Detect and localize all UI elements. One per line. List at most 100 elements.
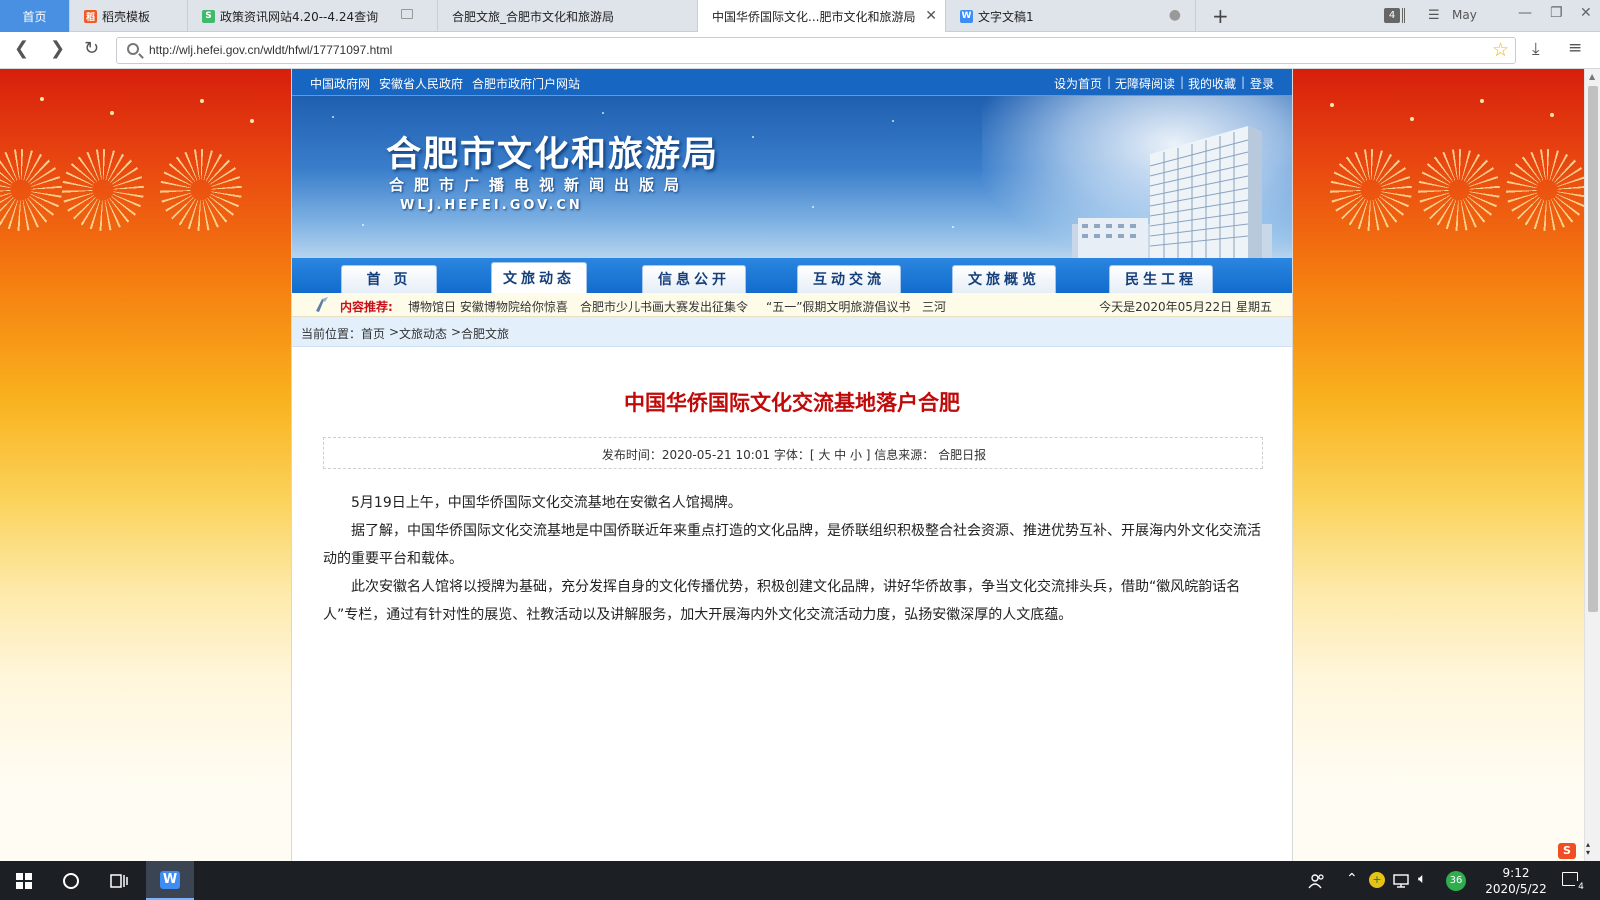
sparkle-decoration [1330, 103, 1334, 107]
article-paragraph: 据了解，中国华侨国际文化交流基地是中国侨联近年来重点打造的文化品牌，是侨联组织积… [323, 523, 1261, 567]
scroll-up-arrow-icon[interactable]: ▲ [1589, 72, 1595, 81]
site-domain: WLJ.HEFEI.GOV.CN [400, 198, 583, 213]
windows-start-icon[interactable] [16, 873, 32, 889]
article-body: 5月19日上午，中国华侨国际文化交流基地在安徽名人馆揭牌。 据了解，中国华侨国际… [323, 489, 1263, 629]
search-circle-icon[interactable] [62, 872, 80, 890]
tab-home[interactable]: 首页 [0, 0, 70, 32]
badge-360-icon[interactable]: 36 [1446, 871, 1466, 891]
forward-arrow-icon[interactable]: ❯ [50, 40, 65, 58]
back-arrow-icon[interactable]: ❮ [14, 40, 29, 58]
nav-livelihood[interactable]: 民生工程 [1109, 265, 1213, 293]
list-icon[interactable]: ☰ [1428, 8, 1440, 23]
writer-icon: W [960, 9, 973, 23]
link-favorites[interactable]: 我的收藏 [1188, 75, 1236, 92]
site-banner: 合肥市文化和旅游局 合肥市广播电视新闻出版局 WLJ.HEFEI.GOV.CN [292, 96, 1292, 258]
network-icon[interactable] [1392, 873, 1410, 889]
firework-decoration [160, 149, 242, 231]
taskbar-clock[interactable]: 9:12 2020/5/22 [1482, 865, 1550, 897]
recommend-link[interactable]: 三河 [922, 298, 946, 315]
link-login[interactable]: 登录 [1250, 75, 1274, 92]
breadcrumb-separator: > [389, 325, 400, 339]
nav-culture-news[interactable]: 文旅动态 [491, 262, 587, 293]
people-icon[interactable] [1308, 872, 1326, 890]
nav-overview[interactable]: 文旅概览 [952, 265, 1056, 293]
sparkle-decoration [1550, 113, 1554, 117]
link-set-homepage[interactable]: 设为首页 [1054, 75, 1102, 92]
taskbar-wps-app[interactable]: W [146, 861, 194, 900]
star-decoration [812, 206, 814, 208]
tab-count-badge[interactable]: 4 [1384, 8, 1400, 23]
tab-label: 稻壳模板 [102, 9, 151, 24]
reload-icon[interactable]: ↻ [84, 40, 99, 58]
tab-label: 合肥文旅_合肥市文化和旅游局 [452, 9, 615, 24]
browser-tab-bar: 首页 稻 稻壳模板 S 政策资讯网站4.20--4.24查询 合肥文旅_合肥市文… [0, 0, 1600, 33]
close-window-icon[interactable]: ✕ [1580, 5, 1592, 21]
download-icon[interactable]: ⤓ [1532, 39, 1540, 59]
article-meta-box: 发布时间：2020-05-21 10:01 字体：[ 大 中 小 ] 信息来源：… [323, 437, 1263, 469]
article-title: 中国华侨国际文化交流基地落户合肥 [624, 390, 960, 415]
wps-icon: W [160, 871, 180, 889]
tab-policy-sheet[interactable]: S 政策资讯网站4.20--4.24查询 [188, 0, 438, 32]
tab-daoke-templates[interactable]: 稻 稻壳模板 [70, 0, 188, 32]
sparkle-decoration [250, 119, 254, 123]
separator: | [1241, 75, 1246, 89]
link-china-gov[interactable]: 中国政府网 [310, 75, 370, 92]
recommend-link[interactable]: 合肥市少儿书画大赛发出征集令 [580, 298, 748, 315]
star-decoration [602, 112, 604, 114]
today-date: 今天是2020年05月22日 星期五 [1099, 300, 1272, 314]
task-view-icon[interactable] [110, 873, 128, 889]
url-text[interactable]: http://wlj.hefei.gov.cn/wldt/hfwl/177710… [149, 43, 392, 57]
tab-article-active[interactable]: 中国华侨国际文化...肥市文化和旅游局 ✕ [698, 0, 946, 33]
notification-count: 4 [1575, 881, 1587, 893]
volume-icon[interactable]: 🔈︎ [1418, 871, 1426, 887]
recommend-link[interactable]: 博物馆日 安徽博物院给你惊喜 [408, 298, 568, 315]
article-paragraph: 5月19日上午，中国华侨国际文化交流基地在安徽名人馆揭牌。 [351, 495, 742, 511]
sogou-input-icon[interactable]: S [1558, 843, 1576, 859]
page-scrollbar[interactable]: ▲ [1584, 69, 1600, 861]
star-decoration [892, 120, 894, 122]
tab-text-doc[interactable]: W 文字文稿1 ● [946, 0, 1196, 32]
nav-interaction[interactable]: 互动交流 [797, 265, 901, 293]
star-decoration [952, 226, 954, 228]
sparkle-decoration [110, 111, 114, 115]
main-nav: 首 页 文旅动态 信息公开 互动交流 文旅概览 民生工程 [292, 258, 1292, 293]
tab-hefei-culture[interactable]: 合肥文旅_合肥市文化和旅游局 [438, 0, 698, 32]
security-app-icon[interactable]: + [1369, 872, 1385, 888]
scrollbar-thumb[interactable] [1588, 86, 1598, 612]
url-input[interactable]: http://wlj.hefei.gov.cn/wldt/hfwl/177710… [116, 37, 1516, 64]
chevron-up-icon[interactable]: ⌃ [1346, 871, 1358, 887]
tab-preview-icon[interactable] [401, 9, 413, 19]
horn-icon [316, 297, 328, 312]
breadcrumb-home[interactable]: 首页 [361, 325, 385, 342]
clock-date: 2020/5/22 [1485, 882, 1547, 896]
user-name[interactable]: May [1452, 8, 1477, 22]
star-decoration [332, 116, 334, 118]
tab-unsaved-dot-icon: ● [1168, 7, 1181, 23]
spreadsheet-icon: S [202, 9, 215, 23]
link-accessible-reading[interactable]: 无障碍阅读 [1115, 75, 1175, 92]
minimize-icon[interactable]: — [1518, 5, 1532, 21]
nav-info-disclosure[interactable]: 信息公开 [642, 265, 746, 293]
site-page: 中国政府网 安徽省人民政府 合肥市政府门户网站 设为首页 | 无障碍阅读 | 我… [291, 69, 1293, 861]
recommend-link[interactable]: “五一”假期文明旅游倡议书 [766, 298, 910, 315]
menu-icon[interactable]: ≡ [1568, 38, 1582, 58]
separator: | [1107, 75, 1112, 89]
recommend-label: 内容推荐: [340, 300, 393, 314]
building-illustration [1072, 126, 1272, 258]
restore-icon[interactable]: ❐ [1550, 5, 1563, 21]
bookmark-star-icon[interactable]: ☆ [1492, 39, 1509, 61]
breadcrumb-hefei-culture[interactable]: 合肥文旅 [461, 325, 509, 342]
new-tab-plus-icon[interactable]: + [1212, 4, 1229, 28]
scroll-arrows-icon[interactable]: ▴ ▾ [1586, 841, 1590, 857]
close-icon[interactable]: ✕ [925, 8, 937, 24]
firework-decoration [0, 149, 62, 231]
page-viewport: 中国政府网 安徽省人民政府 合肥市政府门户网站 设为首页 | 无障碍阅读 | 我… [0, 69, 1584, 861]
link-hefei-portal[interactable]: 合肥市政府门户网站 [472, 75, 580, 92]
link-anhui-gov[interactable]: 安徽省人民政府 [379, 75, 463, 92]
clock-time: 9:12 [1502, 866, 1530, 880]
breadcrumb: 当前位置： 首页 > 文旅动态 > 合肥文旅 [292, 317, 1292, 347]
site-logo-title: 合肥市文化和旅游局 [386, 134, 720, 175]
sparkle-decoration [200, 99, 204, 103]
nav-home[interactable]: 首 页 [341, 265, 437, 293]
breadcrumb-culture-news[interactable]: 文旅动态 [399, 325, 447, 342]
